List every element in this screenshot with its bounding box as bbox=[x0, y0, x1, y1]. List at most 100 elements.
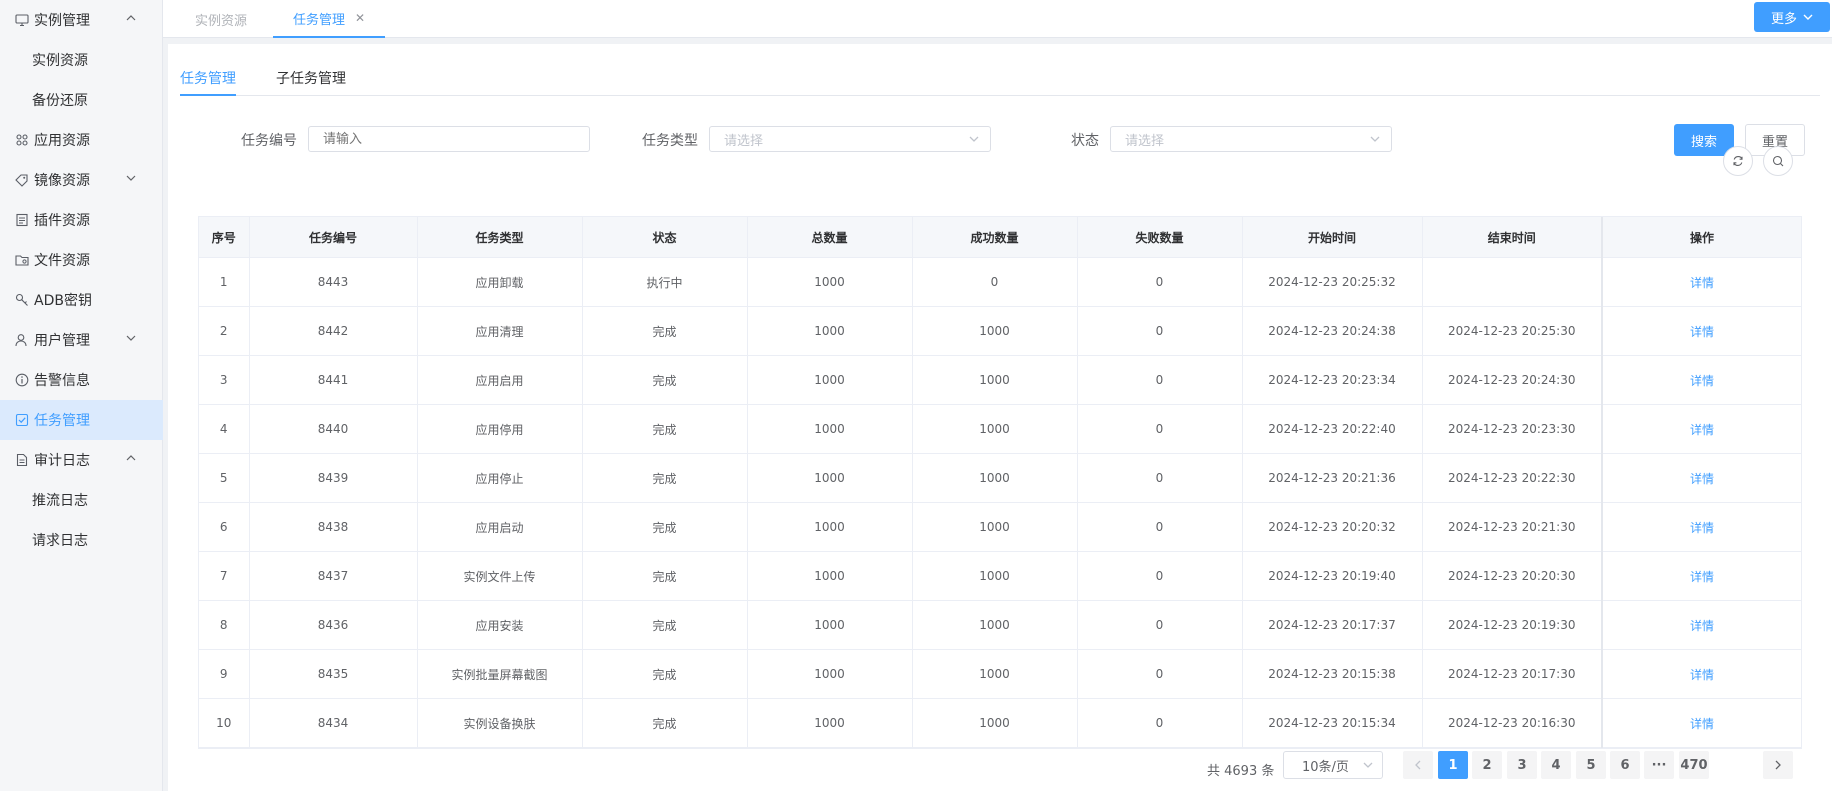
chevron-down-icon bbox=[1363, 762, 1373, 768]
details-link[interactable]: 详情 bbox=[1690, 325, 1714, 339]
next-page-button[interactable] bbox=[1763, 751, 1793, 779]
table-cell: 2024-12-23 20:25:30 bbox=[1422, 306, 1603, 356]
file-icon bbox=[14, 452, 30, 468]
table-cell: 实例设备换肤 bbox=[417, 698, 583, 748]
document-list-icon bbox=[14, 212, 30, 228]
page-number-button[interactable]: 5 bbox=[1576, 751, 1606, 779]
table-cell: 完成 bbox=[582, 355, 748, 405]
subtab-subtask-management[interactable]: 子任务管理 bbox=[276, 68, 346, 96]
close-icon[interactable]: ✕ bbox=[355, 11, 365, 25]
status-placeholder: 请选择 bbox=[1125, 133, 1165, 149]
table-cell: 1000 bbox=[912, 551, 1078, 601]
chevron-up-icon[interactable] bbox=[125, 452, 137, 464]
more-button-label: 更多 bbox=[1770, 11, 1797, 27]
table-cell-action: 详情 bbox=[1601, 453, 1801, 503]
page-size-select[interactable]: 10条/页 bbox=[1283, 751, 1383, 779]
task-type-placeholder: 请选择 bbox=[724, 133, 764, 149]
task-no-input[interactable] bbox=[308, 126, 590, 152]
page-number-button[interactable]: 4 bbox=[1541, 751, 1571, 779]
column-header: 任务类型 bbox=[417, 217, 583, 258]
page-size-value: 10条/页 bbox=[1302, 759, 1349, 775]
table-cell: 完成 bbox=[582, 404, 748, 454]
sidebar-item[interactable]: 告警信息 bbox=[0, 360, 163, 400]
table-cell: 1000 bbox=[747, 502, 913, 552]
details-link[interactable]: 详情 bbox=[1690, 276, 1714, 290]
table-cell: 3 bbox=[199, 355, 250, 405]
details-link[interactable]: 详情 bbox=[1690, 668, 1714, 682]
tab-instance-resources[interactable]: 实例资源 bbox=[195, 0, 247, 38]
sidebar-item-label: 推流日志 bbox=[32, 493, 88, 509]
table-cell: 2024-12-23 20:17:30 bbox=[1422, 649, 1603, 699]
chevron-down-icon[interactable] bbox=[125, 172, 137, 184]
table-cell: 2024-12-23 20:20:32 bbox=[1242, 502, 1423, 552]
sidebar-item[interactable]: 插件资源 bbox=[0, 200, 163, 240]
chevron-down-icon[interactable] bbox=[125, 332, 137, 344]
table-cell: 2024-12-23 20:19:30 bbox=[1422, 600, 1603, 650]
details-link[interactable]: 详情 bbox=[1690, 521, 1714, 535]
column-header: 开始时间 bbox=[1242, 217, 1423, 258]
table-cell: 完成 bbox=[582, 453, 748, 503]
prev-page-button[interactable] bbox=[1403, 751, 1433, 779]
pagination-ellipsis[interactable]: ··· bbox=[1644, 751, 1674, 779]
key-icon bbox=[14, 292, 30, 308]
table-row: 3 8441 应用启用 完成 1000 1000 0 2024-12-23 20:23:34 2… bbox=[199, 355, 1801, 405]
page-number-button[interactable]: 3 bbox=[1507, 751, 1537, 779]
subtab-task-management[interactable]: 任务管理 bbox=[180, 68, 236, 96]
details-link[interactable]: 详情 bbox=[1690, 423, 1714, 437]
sidebar-item[interactable]: 审计日志 bbox=[0, 440, 163, 480]
table-cell: 0 bbox=[1077, 453, 1243, 503]
refresh-button[interactable] bbox=[1723, 146, 1753, 176]
table-cell: 8442 bbox=[249, 306, 418, 356]
table-cell: 0 bbox=[1077, 649, 1243, 699]
sidebar-item[interactable]: 文件资源 bbox=[0, 240, 163, 280]
sidebar-item[interactable]: 实例资源 bbox=[0, 40, 163, 80]
table-cell: 完成 bbox=[582, 649, 748, 699]
sidebar-item[interactable]: 推流日志 bbox=[0, 480, 163, 520]
details-link[interactable]: 详情 bbox=[1690, 717, 1714, 731]
table-cell: 2024-12-23 20:23:30 bbox=[1422, 404, 1603, 454]
search-toggle-button[interactable] bbox=[1763, 146, 1793, 176]
table-cell: 2024-12-23 20:21:36 bbox=[1242, 453, 1423, 503]
tab-task-management[interactable]: 任务管理 ✕ bbox=[273, 0, 386, 38]
table-cell: 应用启用 bbox=[417, 355, 583, 405]
page-number-button[interactable]: 2 bbox=[1472, 751, 1502, 779]
apps-grid-icon bbox=[14, 132, 30, 148]
table-cell: 1000 bbox=[912, 649, 1078, 699]
sidebar-item[interactable]: 应用资源 bbox=[0, 120, 163, 160]
page-number-button[interactable]: 470 bbox=[1679, 751, 1709, 779]
sidebar-item-label: 请求日志 bbox=[32, 533, 88, 549]
tab-bar: 实例资源 任务管理 ✕ 更多 bbox=[163, 0, 1832, 38]
sidebar-item[interactable]: 用户管理 bbox=[0, 320, 163, 360]
sidebar-item[interactable]: ADB密钥 bbox=[0, 280, 163, 320]
chevron-up-icon[interactable] bbox=[125, 12, 137, 24]
sidebar-item[interactable]: 实例管理 bbox=[0, 0, 163, 40]
table-cell bbox=[1422, 257, 1603, 307]
task-type-label: 任务类型 bbox=[642, 133, 698, 149]
table-cell: 0 bbox=[1077, 600, 1243, 650]
details-link[interactable]: 详情 bbox=[1690, 619, 1714, 633]
column-header: 序号 bbox=[199, 217, 250, 258]
details-link[interactable]: 详情 bbox=[1690, 374, 1714, 388]
sidebar-item[interactable]: 备份还原 bbox=[0, 80, 163, 120]
tab-label: 实例资源 bbox=[195, 13, 248, 29]
table-row: 6 8438 应用启动 完成 1000 1000 0 2024-12-23 20:20:32 2… bbox=[199, 502, 1801, 552]
sidebar-item[interactable]: 请求日志 bbox=[0, 520, 163, 560]
sidebar-item-label: 文件资源 bbox=[34, 253, 90, 269]
more-button[interactable]: 更多 bbox=[1754, 2, 1830, 32]
table-cell: 8436 bbox=[249, 600, 418, 650]
details-link[interactable]: 详情 bbox=[1690, 472, 1714, 486]
sidebar-item-label: 任务管理 bbox=[34, 413, 90, 429]
page-number-button[interactable]: 1 bbox=[1438, 751, 1468, 779]
details-link[interactable]: 详情 bbox=[1690, 570, 1714, 584]
sidebar-item[interactable]: 任务管理 bbox=[0, 400, 163, 440]
table-row: 8 8436 应用安装 完成 1000 1000 0 2024-12-23 20:17:37 2… bbox=[199, 600, 1801, 650]
table-header-row: 序号 任务编号 任务类型 状态 总数量 成功数量 失败数量 开始时间 结束时间 操作 bbox=[199, 217, 1801, 258]
table-cell: 执行中 bbox=[582, 257, 748, 307]
table-cell: 应用启动 bbox=[417, 502, 583, 552]
task-type-select[interactable]: 请选择 bbox=[709, 126, 991, 152]
status-select[interactable]: 请选择 bbox=[1110, 126, 1392, 152]
table-cell: 2024-12-23 20:15:34 bbox=[1242, 698, 1423, 748]
sidebar-item[interactable]: 镜像资源 bbox=[0, 160, 163, 200]
page-number-button[interactable]: 6 bbox=[1610, 751, 1640, 779]
sidebar-item-label: 插件资源 bbox=[34, 213, 90, 229]
